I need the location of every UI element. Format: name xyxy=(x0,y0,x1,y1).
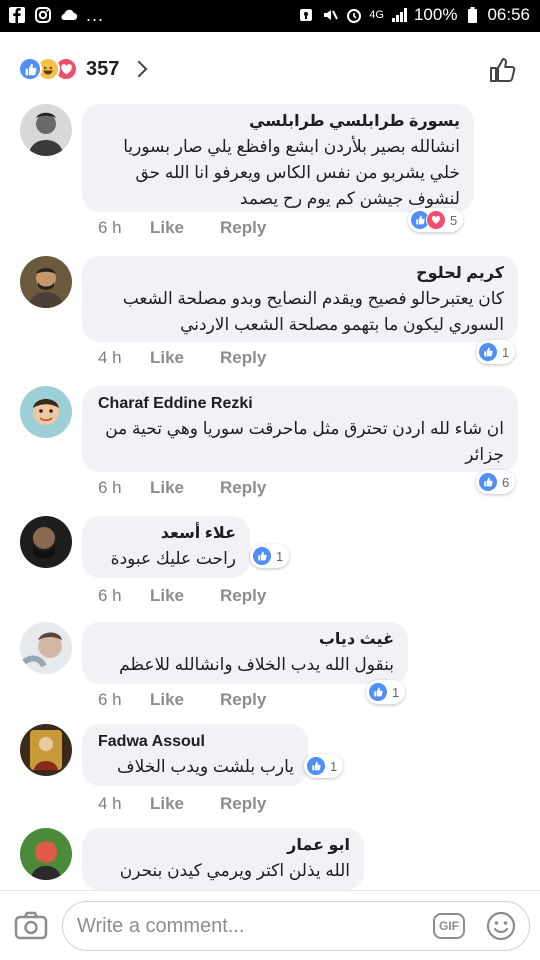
like-icon xyxy=(252,546,272,566)
comment-time: 6 h xyxy=(98,478,122,497)
battery-icon xyxy=(468,7,478,23)
comment-bubble[interactable]: غيث دياب بنقول الله يدب الخلاف وانشالله … xyxy=(82,622,408,684)
reaction-count: 1 xyxy=(392,684,400,700)
status-left-icons: ... xyxy=(8,6,104,24)
like-button[interactable]: Like xyxy=(150,794,184,814)
comment-text: ان شاء لله اردن تحترق مثل ماحرقت سوريا و… xyxy=(105,419,504,464)
comment-time: 6 h xyxy=(98,586,122,605)
like-icon xyxy=(18,57,42,81)
comment-bubble[interactable]: Charaf Eddine Rezki ان شاء لله اردن تحتر… xyxy=(82,386,518,472)
reaction-count: 5 xyxy=(450,212,458,228)
like-icon xyxy=(478,472,498,492)
camera-icon[interactable] xyxy=(14,911,48,941)
more-notifications: ... xyxy=(86,5,105,25)
reply-button[interactable]: Reply xyxy=(220,586,266,606)
comment-actions: 6 h Like Reply xyxy=(98,478,302,498)
comment-input-box[interactable]: GIF xyxy=(62,901,530,951)
comment-text: كان يعتبرحالو فصيح ويقدم النصايح وبدو مص… xyxy=(122,289,504,334)
comment-reactions[interactable]: 1 xyxy=(476,340,516,364)
like-post-button[interactable] xyxy=(488,56,516,84)
like-icon xyxy=(478,342,498,362)
comments-list[interactable]: يسورة طرابلسي طرابلسي انشالله بصير بلأرد… xyxy=(0,104,540,890)
comment-composer: GIF xyxy=(0,890,540,960)
comment-author[interactable]: علاء أسعد xyxy=(98,524,236,544)
like-button[interactable]: Like xyxy=(150,478,184,498)
like-icon xyxy=(368,682,388,702)
love-icon xyxy=(426,210,446,230)
comment-bubble[interactable]: Fadwa Assoul يارب بلشت ويدب الخلاف xyxy=(82,724,308,786)
comment-time: 6 h xyxy=(98,690,122,709)
comment-input[interactable] xyxy=(77,911,417,941)
avatar[interactable] xyxy=(20,622,72,674)
reply-button[interactable]: Reply xyxy=(220,794,266,814)
comment-text: انشالله بصير بلأردن ابشع وافظع يلي صار ب… xyxy=(123,137,460,208)
comment-time: 4 h xyxy=(98,794,122,813)
comment-author[interactable]: ابو عمار xyxy=(98,836,350,856)
comment-bubble[interactable]: يسورة طرابلسي طرابلسي انشالله بصير بلأرد… xyxy=(82,104,474,212)
reply-button[interactable]: Reply xyxy=(220,478,266,498)
comment-reactions[interactable]: 1 xyxy=(366,680,406,704)
vpn-icon xyxy=(300,9,313,21)
reply-button[interactable]: Reply xyxy=(220,690,266,710)
avatar[interactable] xyxy=(20,724,72,776)
reaction-count: 1 xyxy=(502,344,510,360)
like-button[interactable]: Like xyxy=(150,218,184,238)
comment-actions: 6 h Like Reply xyxy=(98,218,302,238)
comment-actions: 6 h Like Reply xyxy=(98,586,302,606)
clock: 06:56 xyxy=(487,5,530,24)
comment-bubble[interactable]: علاء أسعد راحت عليك عبودة xyxy=(82,516,250,578)
comment-reactions[interactable]: 1 xyxy=(250,544,290,568)
reactions-summary[interactable]: 357 xyxy=(18,56,148,82)
status-bar: ... 4G 100% 06:56 xyxy=(0,0,540,32)
alarm-icon xyxy=(347,9,362,23)
gif-button[interactable]: GIF xyxy=(433,913,465,939)
comment-reactions[interactable]: 1 xyxy=(304,754,344,778)
network-type: 4G xyxy=(369,9,384,21)
comment-author[interactable]: Charaf Eddine Rezki xyxy=(98,394,504,414)
mute-icon xyxy=(324,10,339,20)
cloud-icon xyxy=(61,9,78,21)
comment-author[interactable]: غيث دياب xyxy=(98,630,394,650)
comment-actions: 4 h Like Reply xyxy=(98,794,302,814)
reactions-header: 357 xyxy=(0,32,540,104)
comment-reactions[interactable]: 5 xyxy=(408,208,464,232)
sticker-icon[interactable] xyxy=(485,910,517,942)
signal-icon xyxy=(391,8,407,22)
comment-text: راحت عليك عبودة xyxy=(110,549,236,568)
comment-text: يارب بلشت ويدب الخلاف xyxy=(116,757,294,776)
comment-author[interactable]: كريم لحلوح xyxy=(98,264,504,284)
reaction-count: 357 xyxy=(86,57,120,80)
instagram-notification-icon xyxy=(35,7,51,23)
comment-time: 4 h xyxy=(98,348,122,367)
like-icon xyxy=(306,756,326,776)
avatar[interactable] xyxy=(20,516,72,568)
avatar[interactable] xyxy=(20,104,72,156)
avatar[interactable] xyxy=(20,386,72,438)
like-button[interactable]: Like xyxy=(150,586,184,606)
reaction-count: 6 xyxy=(502,474,510,490)
comment-actions: 6 h Like Reply xyxy=(98,690,302,710)
comment-text: بنقول الله يدب الخلاف وانشالله للاعظم xyxy=(119,655,394,674)
reaction-count: 1 xyxy=(276,548,284,564)
reply-button[interactable]: Reply xyxy=(220,218,266,238)
avatar[interactable] xyxy=(20,828,72,880)
comment-author[interactable]: يسورة طرابلسي طرابلسي xyxy=(98,112,460,132)
chevron-right-icon xyxy=(130,60,148,78)
like-button[interactable]: Like xyxy=(150,690,184,710)
battery-percent: 100% xyxy=(413,5,458,24)
reaction-count: 1 xyxy=(330,758,338,774)
facebook-notification-icon xyxy=(9,7,25,23)
comment-reactions[interactable]: 6 xyxy=(476,470,516,494)
reply-button[interactable]: Reply xyxy=(220,348,266,368)
like-button[interactable]: Like xyxy=(150,348,184,368)
comment-actions: 4 h Like Reply xyxy=(98,348,302,368)
status-right-icons: 4G 100% 06:56 xyxy=(297,5,530,25)
avatar[interactable] xyxy=(20,256,72,308)
comment-bubble[interactable]: ابو عمار الله يذلن اكتر ويرمي كيدن بنحرن xyxy=(82,828,364,890)
comment-author[interactable]: Fadwa Assoul xyxy=(98,732,294,752)
comment-bubble[interactable]: كريم لحلوح كان يعتبرحالو فصيح ويقدم النص… xyxy=(82,256,518,342)
comment-time: 6 h xyxy=(98,218,122,237)
comment-text: الله يذلن اكتر ويرمي كيدن بنحرن xyxy=(119,861,350,880)
